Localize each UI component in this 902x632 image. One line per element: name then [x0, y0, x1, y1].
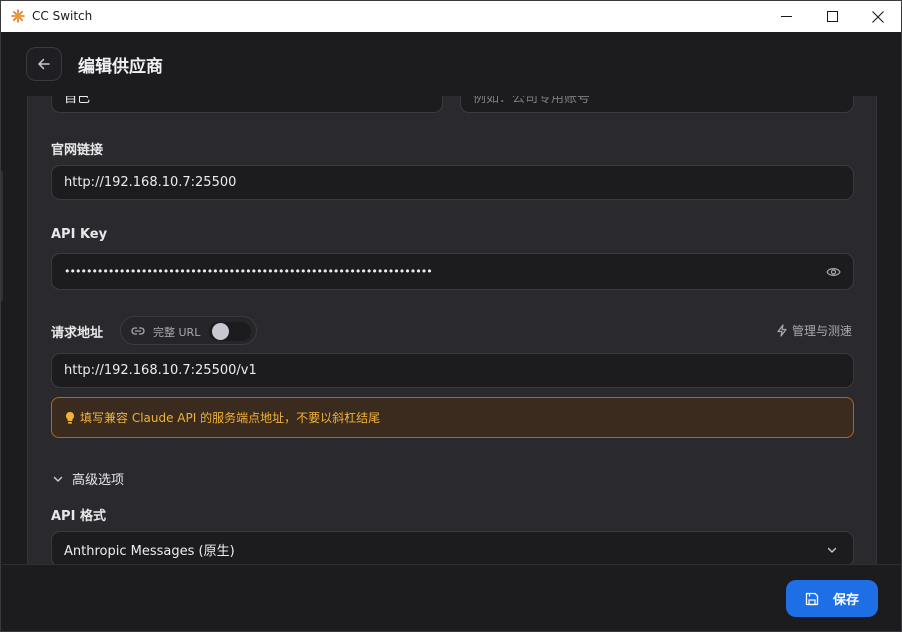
app-logo-icon — [11, 9, 25, 23]
endpoint-input[interactable]: http://192.168.10.7:25500/v1 — [51, 353, 854, 388]
page-title: 编辑供应商 — [78, 57, 163, 77]
api-format-select[interactable]: Anthropic Messages (原生) — [51, 531, 854, 564]
maximize-icon — [826, 11, 838, 22]
note-input[interactable]: 例如：公司专用账号 — [460, 96, 854, 113]
close-button[interactable] — [855, 1, 901, 32]
arrow-left-icon — [38, 58, 50, 70]
eye-icon[interactable] — [826, 266, 841, 278]
chevron-down-icon — [827, 547, 837, 553]
lightning-icon — [777, 324, 787, 337]
apikey-input[interactable]: ••••••••••••••••••••••••••••••••••••••••… — [51, 253, 854, 290]
app-window: CC Switch 编辑供应商 自己 例如：公司专用账号 官网链接 http:/… — [0, 0, 902, 632]
full-url-toggle[interactable]: 完整 URL — [120, 316, 257, 345]
close-icon — [872, 10, 884, 23]
maximize-button[interactable] — [809, 1, 855, 32]
full-url-switch[interactable] — [209, 322, 251, 341]
save-button[interactable]: 保存 — [786, 580, 878, 617]
advanced-options-toggle[interactable]: 高级选项 — [52, 469, 124, 488]
switch-knob — [212, 323, 229, 340]
endpoint-label: 请求地址 — [51, 326, 104, 341]
link-icon — [131, 327, 145, 335]
save-icon — [805, 592, 819, 605]
website-input-value: http://192.168.10.7:25500 — [64, 175, 237, 190]
website-label: 官网链接 — [51, 143, 104, 158]
chevron-down-icon — [53, 476, 63, 482]
advanced-options-label: 高级选项 — [72, 473, 125, 488]
save-button-label: 保存 — [832, 593, 859, 608]
name-input-value: 自己 — [64, 96, 91, 106]
title-bar: CC Switch — [1, 1, 901, 32]
page-header: 编辑供应商 — [2, 32, 901, 96]
provider-form: 自己 例如：公司专用账号 官网链接 http://192.168.10.7:25… — [27, 96, 877, 564]
note-input-placeholder: 例如：公司专用账号 — [473, 96, 591, 106]
left-edge-bar — [1, 171, 3, 301]
back-button[interactable] — [26, 47, 62, 81]
apikey-label: API Key — [51, 227, 108, 242]
manage-speedtest-button[interactable]: 管理与测速 — [776, 322, 852, 339]
api-format-value: Anthropic Messages (原生) — [64, 543, 235, 559]
full-url-label: 完整 URL — [153, 326, 201, 339]
endpoint-hint: 填写兼容 Claude API 的服务端点地址，不要以斜杠结尾 — [51, 397, 854, 438]
name-input[interactable]: 自己 — [51, 96, 443, 113]
minimize-button[interactable] — [763, 1, 809, 32]
website-input[interactable]: http://192.168.10.7:25500 — [51, 165, 854, 200]
window-title: CC Switch — [32, 9, 93, 23]
apikey-input-value: ••••••••••••••••••••••••••••••••••••••••… — [64, 265, 433, 278]
footer-bar: 保存 — [2, 564, 901, 631]
minimize-icon — [780, 16, 792, 17]
lightbulb-icon — [66, 411, 74, 424]
endpoint-hint-text: 填写兼容 Claude API 的服务端点地址，不要以斜杠结尾 — [80, 411, 381, 425]
endpoint-input-value: http://192.168.10.7:25500/v1 — [64, 363, 257, 378]
manage-speedtest-label: 管理与测速 — [792, 324, 853, 338]
api-format-label: API 格式 — [51, 509, 106, 524]
